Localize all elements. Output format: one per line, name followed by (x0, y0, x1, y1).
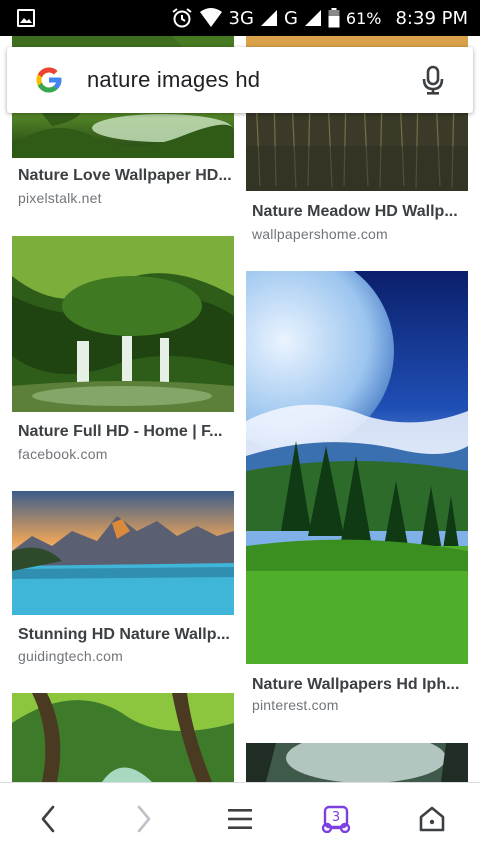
network-type-1: 3G (228, 7, 254, 29)
clock-time: 8:39 PM (395, 7, 468, 29)
tabs-button[interactable]: 3 (301, 783, 371, 855)
result-title-2[interactable]: Nature Meadow HD Wallp... (252, 203, 458, 221)
chevron-right-icon (137, 805, 151, 833)
result-source-1: pixelstalk.net (18, 190, 102, 206)
network-type-2: G (283, 7, 298, 29)
microphone-icon[interactable] (421, 65, 445, 95)
gallery-icon (17, 9, 35, 27)
search-input[interactable]: nature images hd (87, 67, 260, 93)
result-source-5: guidingtech.com (18, 648, 123, 664)
battery-icon (328, 8, 340, 28)
google-logo-icon (36, 67, 62, 93)
home-button[interactable] (397, 783, 467, 855)
status-bar: 3G G 61% 8:39 PM (0, 0, 480, 36)
home-icon (419, 806, 445, 832)
battery-percent: 61% (345, 8, 382, 28)
result-title-5[interactable]: Stunning HD Nature Wallp... (18, 626, 230, 644)
result-image-5[interactable] (12, 491, 234, 615)
result-title-4[interactable]: Nature Wallpapers Hd Iph... (252, 676, 459, 694)
result-source-4: pinterest.com (252, 697, 339, 713)
forward-button[interactable] (109, 783, 179, 855)
menu-icon (228, 809, 252, 829)
bottom-navigation: 3 (0, 782, 480, 855)
menu-button[interactable] (205, 783, 275, 855)
signal-icon (260, 10, 277, 26)
result-image-3[interactable] (12, 236, 234, 412)
result-source-3: facebook.com (18, 446, 108, 462)
search-bar[interactable]: nature images hd (7, 47, 473, 113)
result-title-3[interactable]: Nature Full HD - Home | F... (18, 423, 223, 441)
tab-count: 3 (331, 810, 341, 825)
chevron-left-icon (41, 805, 55, 833)
result-image-6[interactable] (12, 693, 234, 782)
result-image-4[interactable] (246, 271, 468, 664)
alarm-icon (171, 8, 192, 28)
result-source-2: wallpapershome.com (252, 226, 388, 242)
result-image-7[interactable] (246, 743, 468, 782)
wifi-icon (199, 8, 222, 27)
back-button[interactable] (13, 783, 83, 855)
signal-icon-2 (304, 10, 321, 26)
result-title-1[interactable]: Nature Love Wallpaper HD... (18, 167, 232, 185)
